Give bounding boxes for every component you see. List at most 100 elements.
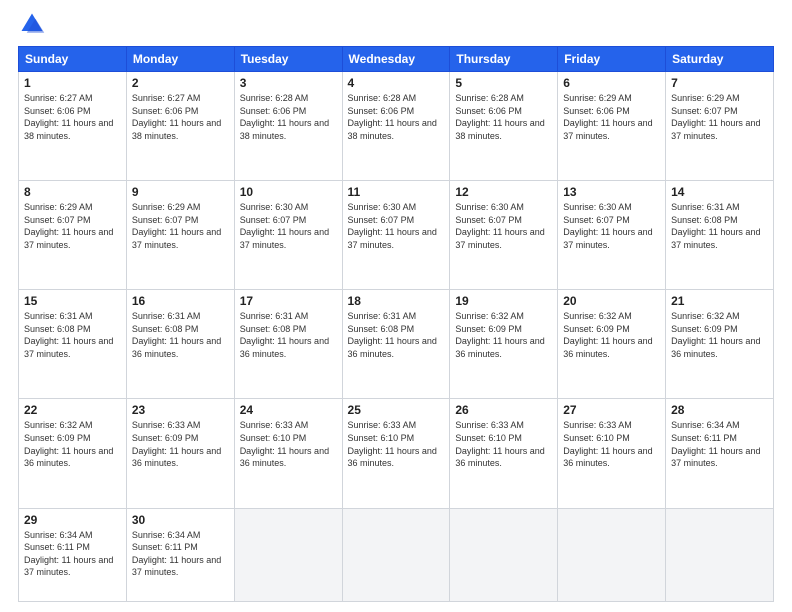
day-number: 15 (24, 294, 121, 308)
day-info: Sunrise: 6:33 AMSunset: 6:10 PMDaylight:… (563, 420, 652, 468)
day-info: Sunrise: 6:28 AMSunset: 6:06 PMDaylight:… (240, 93, 329, 141)
calendar-week-2: 8 Sunrise: 6:29 AMSunset: 6:07 PMDayligh… (19, 181, 774, 290)
calendar-day-23: 23 Sunrise: 6:33 AMSunset: 6:09 PMDaylig… (126, 399, 234, 508)
weekday-header-monday: Monday (126, 47, 234, 72)
day-info: Sunrise: 6:31 AMSunset: 6:08 PMDaylight:… (671, 202, 760, 250)
calendar-day-26: 26 Sunrise: 6:33 AMSunset: 6:10 PMDaylig… (450, 399, 558, 508)
day-number: 18 (348, 294, 445, 308)
calendar-day-15: 15 Sunrise: 6:31 AMSunset: 6:08 PMDaylig… (19, 290, 127, 399)
day-info: Sunrise: 6:31 AMSunset: 6:08 PMDaylight:… (348, 311, 437, 359)
day-info: Sunrise: 6:32 AMSunset: 6:09 PMDaylight:… (563, 311, 652, 359)
weekday-header-thursday: Thursday (450, 47, 558, 72)
day-number: 16 (132, 294, 229, 308)
day-number: 21 (671, 294, 768, 308)
calendar-day-12: 12 Sunrise: 6:30 AMSunset: 6:07 PMDaylig… (450, 181, 558, 290)
day-number: 4 (348, 76, 445, 90)
day-number: 26 (455, 403, 552, 417)
day-info: Sunrise: 6:34 AMSunset: 6:11 PMDaylight:… (671, 420, 760, 468)
day-number: 22 (24, 403, 121, 417)
calendar-day-7: 7 Sunrise: 6:29 AMSunset: 6:07 PMDayligh… (666, 72, 774, 181)
calendar-empty-cell (342, 508, 450, 602)
day-number: 17 (240, 294, 337, 308)
day-number: 19 (455, 294, 552, 308)
day-number: 25 (348, 403, 445, 417)
day-info: Sunrise: 6:34 AMSunset: 6:11 PMDaylight:… (132, 530, 221, 578)
day-number: 9 (132, 185, 229, 199)
calendar-empty-cell (234, 508, 342, 602)
calendar-header: SundayMondayTuesdayWednesdayThursdayFrid… (19, 47, 774, 72)
weekday-header-friday: Friday (558, 47, 666, 72)
calendar-week-3: 15 Sunrise: 6:31 AMSunset: 6:08 PMDaylig… (19, 290, 774, 399)
day-number: 12 (455, 185, 552, 199)
calendar-day-25: 25 Sunrise: 6:33 AMSunset: 6:10 PMDaylig… (342, 399, 450, 508)
page: SundayMondayTuesdayWednesdayThursdayFrid… (0, 0, 792, 612)
calendar-day-3: 3 Sunrise: 6:28 AMSunset: 6:06 PMDayligh… (234, 72, 342, 181)
calendar-week-4: 22 Sunrise: 6:32 AMSunset: 6:09 PMDaylig… (19, 399, 774, 508)
weekday-row: SundayMondayTuesdayWednesdayThursdayFrid… (19, 47, 774, 72)
weekday-header-tuesday: Tuesday (234, 47, 342, 72)
day-number: 6 (563, 76, 660, 90)
calendar-day-21: 21 Sunrise: 6:32 AMSunset: 6:09 PMDaylig… (666, 290, 774, 399)
calendar-day-19: 19 Sunrise: 6:32 AMSunset: 6:09 PMDaylig… (450, 290, 558, 399)
calendar-day-1: 1 Sunrise: 6:27 AMSunset: 6:06 PMDayligh… (19, 72, 127, 181)
weekday-header-wednesday: Wednesday (342, 47, 450, 72)
logo (18, 10, 50, 38)
day-info: Sunrise: 6:30 AMSunset: 6:07 PMDaylight:… (563, 202, 652, 250)
day-number: 10 (240, 185, 337, 199)
day-info: Sunrise: 6:32 AMSunset: 6:09 PMDaylight:… (455, 311, 544, 359)
calendar-day-13: 13 Sunrise: 6:30 AMSunset: 6:07 PMDaylig… (558, 181, 666, 290)
day-number: 24 (240, 403, 337, 417)
day-info: Sunrise: 6:30 AMSunset: 6:07 PMDaylight:… (348, 202, 437, 250)
calendar-day-16: 16 Sunrise: 6:31 AMSunset: 6:08 PMDaylig… (126, 290, 234, 399)
calendar-day-28: 28 Sunrise: 6:34 AMSunset: 6:11 PMDaylig… (666, 399, 774, 508)
calendar-day-18: 18 Sunrise: 6:31 AMSunset: 6:08 PMDaylig… (342, 290, 450, 399)
calendar-day-29: 29 Sunrise: 6:34 AMSunset: 6:11 PMDaylig… (19, 508, 127, 602)
day-number: 11 (348, 185, 445, 199)
day-info: Sunrise: 6:31 AMSunset: 6:08 PMDaylight:… (24, 311, 113, 359)
day-number: 23 (132, 403, 229, 417)
day-number: 1 (24, 76, 121, 90)
weekday-header-sunday: Sunday (19, 47, 127, 72)
day-info: Sunrise: 6:33 AMSunset: 6:10 PMDaylight:… (240, 420, 329, 468)
calendar-day-2: 2 Sunrise: 6:27 AMSunset: 6:06 PMDayligh… (126, 72, 234, 181)
day-info: Sunrise: 6:31 AMSunset: 6:08 PMDaylight:… (240, 311, 329, 359)
calendar-table: SundayMondayTuesdayWednesdayThursdayFrid… (18, 46, 774, 602)
calendar-week-5: 29 Sunrise: 6:34 AMSunset: 6:11 PMDaylig… (19, 508, 774, 602)
day-info: Sunrise: 6:31 AMSunset: 6:08 PMDaylight:… (132, 311, 221, 359)
calendar-day-27: 27 Sunrise: 6:33 AMSunset: 6:10 PMDaylig… (558, 399, 666, 508)
calendar-day-10: 10 Sunrise: 6:30 AMSunset: 6:07 PMDaylig… (234, 181, 342, 290)
day-number: 30 (132, 513, 229, 527)
day-info: Sunrise: 6:32 AMSunset: 6:09 PMDaylight:… (671, 311, 760, 359)
calendar-day-8: 8 Sunrise: 6:29 AMSunset: 6:07 PMDayligh… (19, 181, 127, 290)
day-info: Sunrise: 6:32 AMSunset: 6:09 PMDaylight:… (24, 420, 113, 468)
day-info: Sunrise: 6:28 AMSunset: 6:06 PMDaylight:… (455, 93, 544, 141)
day-number: 2 (132, 76, 229, 90)
calendar-day-22: 22 Sunrise: 6:32 AMSunset: 6:09 PMDaylig… (19, 399, 127, 508)
day-info: Sunrise: 6:29 AMSunset: 6:06 PMDaylight:… (563, 93, 652, 141)
calendar-empty-cell (558, 508, 666, 602)
day-number: 14 (671, 185, 768, 199)
day-number: 20 (563, 294, 660, 308)
day-info: Sunrise: 6:33 AMSunset: 6:10 PMDaylight:… (348, 420, 437, 468)
day-info: Sunrise: 6:29 AMSunset: 6:07 PMDaylight:… (24, 202, 113, 250)
day-number: 29 (24, 513, 121, 527)
day-number: 27 (563, 403, 660, 417)
day-info: Sunrise: 6:30 AMSunset: 6:07 PMDaylight:… (455, 202, 544, 250)
day-number: 28 (671, 403, 768, 417)
day-info: Sunrise: 6:33 AMSunset: 6:09 PMDaylight:… (132, 420, 221, 468)
calendar-day-11: 11 Sunrise: 6:30 AMSunset: 6:07 PMDaylig… (342, 181, 450, 290)
header (18, 10, 774, 38)
calendar-day-30: 30 Sunrise: 6:34 AMSunset: 6:11 PMDaylig… (126, 508, 234, 602)
day-info: Sunrise: 6:28 AMSunset: 6:06 PMDaylight:… (348, 93, 437, 141)
logo-icon (18, 10, 46, 38)
day-number: 5 (455, 76, 552, 90)
calendar-empty-cell (666, 508, 774, 602)
calendar-empty-cell (450, 508, 558, 602)
calendar-day-4: 4 Sunrise: 6:28 AMSunset: 6:06 PMDayligh… (342, 72, 450, 181)
day-info: Sunrise: 6:27 AMSunset: 6:06 PMDaylight:… (132, 93, 221, 141)
calendar-day-20: 20 Sunrise: 6:32 AMSunset: 6:09 PMDaylig… (558, 290, 666, 399)
day-number: 3 (240, 76, 337, 90)
day-info: Sunrise: 6:33 AMSunset: 6:10 PMDaylight:… (455, 420, 544, 468)
day-info: Sunrise: 6:29 AMSunset: 6:07 PMDaylight:… (671, 93, 760, 141)
day-number: 8 (24, 185, 121, 199)
